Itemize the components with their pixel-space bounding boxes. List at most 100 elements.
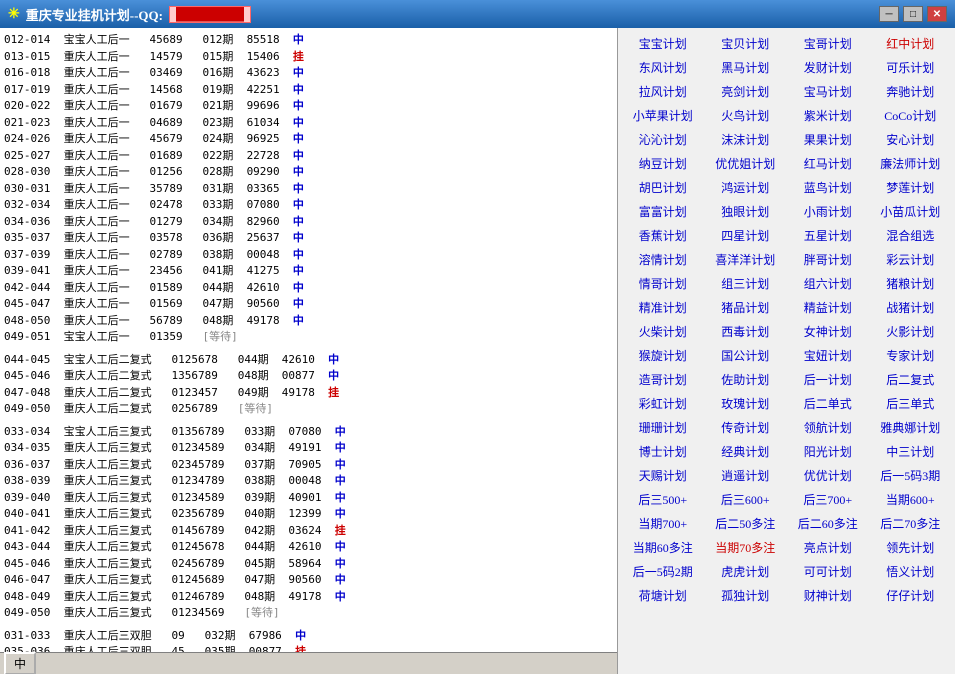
plan-link[interactable]: 小雨计划 — [787, 200, 869, 223]
plan-link[interactable]: 宝马计划 — [787, 80, 869, 103]
plan-link[interactable]: 优优姐计划 — [705, 152, 787, 175]
plan-link[interactable]: 喜洋洋计划 — [705, 248, 787, 271]
plan-link[interactable]: 红马计划 — [787, 152, 869, 175]
plan-link[interactable]: 后二单式 — [787, 392, 869, 415]
plan-link[interactable]: 后一5码3期 — [870, 464, 952, 487]
plan-link[interactable]: 专家计划 — [870, 344, 952, 367]
plan-link[interactable]: CoCo计划 — [870, 104, 952, 127]
plan-link[interactable]: 沁沁计划 — [622, 128, 704, 151]
plan-link[interactable]: 佐助计划 — [705, 368, 787, 391]
plan-link[interactable]: 后二70多注 — [870, 512, 952, 535]
plan-link[interactable]: 领航计划 — [787, 416, 869, 439]
plan-link[interactable]: 紫米计划 — [787, 104, 869, 127]
plan-link[interactable]: 富富计划 — [622, 200, 704, 223]
plan-link[interactable]: 逍遥计划 — [705, 464, 787, 487]
plan-link[interactable]: 果果计划 — [787, 128, 869, 151]
plan-link[interactable]: 溶情计划 — [622, 248, 704, 271]
plan-link[interactable]: 廉法师计划 — [870, 152, 952, 175]
plan-link[interactable]: 奔驰计划 — [870, 80, 952, 103]
plan-link[interactable]: 火柴计划 — [622, 320, 704, 343]
plan-link[interactable]: 亮剑计划 — [705, 80, 787, 103]
plan-link[interactable]: 仔仔计划 — [870, 584, 952, 607]
plan-link[interactable]: 黑马计划 — [705, 56, 787, 79]
close-button[interactable]: ✕ — [927, 6, 947, 22]
plan-link[interactable]: 情哥计划 — [622, 272, 704, 295]
plan-link[interactable]: 传奇计划 — [705, 416, 787, 439]
plan-link[interactable]: 造哥计划 — [622, 368, 704, 391]
plan-link[interactable]: 沫沫计划 — [705, 128, 787, 151]
plan-link[interactable]: 后三600+ — [705, 488, 787, 511]
plan-link[interactable]: 宝哥计划 — [787, 32, 869, 55]
plan-link[interactable]: 后二60多注 — [787, 512, 869, 535]
plan-link[interactable]: 彩虹计划 — [622, 392, 704, 415]
plan-link[interactable]: 孤独计划 — [705, 584, 787, 607]
plan-link[interactable]: 精准计划 — [622, 296, 704, 319]
plan-link[interactable]: 混合组选 — [870, 224, 952, 247]
plan-link[interactable]: 当期600+ — [870, 488, 952, 511]
plan-link[interactable]: 后一5码2期 — [622, 560, 704, 583]
plan-link[interactable]: 后三500+ — [622, 488, 704, 511]
plan-link[interactable]: 火鸟计划 — [705, 104, 787, 127]
plan-link[interactable]: 纳豆计划 — [622, 152, 704, 175]
plan-link[interactable]: 蓝鸟计划 — [787, 176, 869, 199]
plan-link[interactable]: 亮点计划 — [787, 536, 869, 559]
plan-link[interactable]: 可乐计划 — [870, 56, 952, 79]
plan-link[interactable]: 战猪计划 — [870, 296, 952, 319]
restore-button[interactable]: □ — [903, 6, 923, 22]
plan-link[interactable]: 雅典娜计划 — [870, 416, 952, 439]
plan-link[interactable]: 独眼计划 — [705, 200, 787, 223]
plan-link[interactable]: 猪粮计划 — [870, 272, 952, 295]
plan-list[interactable]: 012-014 宝宝人工后一 45689 012期 85518 中013-015… — [0, 28, 617, 674]
plan-link[interactable]: 四星计划 — [705, 224, 787, 247]
plan-link[interactable]: 安心计划 — [870, 128, 952, 151]
plan-link[interactable]: 宝妞计划 — [787, 344, 869, 367]
plan-link[interactable]: 荷塘计划 — [622, 584, 704, 607]
plan-link[interactable]: 玫瑰计划 — [705, 392, 787, 415]
plan-link[interactable]: 发财计划 — [787, 56, 869, 79]
status-button[interactable]: 中 — [4, 652, 36, 674]
plan-link[interactable]: 女神计划 — [787, 320, 869, 343]
plan-link[interactable]: 悟义计划 — [870, 560, 952, 583]
plan-link[interactable]: 拉风计划 — [622, 80, 704, 103]
plan-link[interactable]: 胖哥计划 — [787, 248, 869, 271]
plan-link[interactable]: 彩云计划 — [870, 248, 952, 271]
plan-link[interactable]: 东风计划 — [622, 56, 704, 79]
plan-link[interactable]: 后一计划 — [787, 368, 869, 391]
plan-link[interactable]: 梦莲计划 — [870, 176, 952, 199]
plan-link[interactable]: 猪品计划 — [705, 296, 787, 319]
plan-link[interactable]: 可可计划 — [787, 560, 869, 583]
plan-link[interactable]: 小苹果计划 — [622, 104, 704, 127]
plan-link[interactable]: 经典计划 — [705, 440, 787, 463]
plan-link[interactable]: 猴旋计划 — [622, 344, 704, 367]
plan-link[interactable]: 鸿运计划 — [705, 176, 787, 199]
plan-link[interactable]: 西毒计划 — [705, 320, 787, 343]
plan-link[interactable]: 后二50多注 — [705, 512, 787, 535]
plan-link[interactable]: 组三计划 — [705, 272, 787, 295]
plan-link[interactable]: 五星计划 — [787, 224, 869, 247]
plan-link[interactable]: 领先计划 — [870, 536, 952, 559]
plan-link[interactable]: 财神计划 — [787, 584, 869, 607]
plan-link[interactable]: 后三700+ — [787, 488, 869, 511]
plan-link[interactable]: 后三单式 — [870, 392, 952, 415]
plan-link[interactable]: 火影计划 — [870, 320, 952, 343]
plan-link[interactable]: 宝宝计划 — [622, 32, 704, 55]
plan-link[interactable]: 阳光计划 — [787, 440, 869, 463]
plan-link[interactable]: 当期70多注 — [705, 536, 787, 559]
plan-link[interactable]: 宝贝计划 — [705, 32, 787, 55]
plan-link[interactable]: 后二复式 — [870, 368, 952, 391]
minimize-button[interactable]: ─ — [879, 6, 899, 22]
plan-link[interactable]: 当期700+ — [622, 512, 704, 535]
plan-link[interactable]: 组六计划 — [787, 272, 869, 295]
plan-link[interactable]: 当期60多注 — [622, 536, 704, 559]
plan-link[interactable]: 天赐计划 — [622, 464, 704, 487]
plan-link[interactable]: 中三计划 — [870, 440, 952, 463]
plan-link[interactable]: 红中计划 — [870, 32, 952, 55]
plan-link[interactable]: 香蕉计划 — [622, 224, 704, 247]
plan-link[interactable]: 胡巴计划 — [622, 176, 704, 199]
plan-link[interactable]: 小苗瓜计划 — [870, 200, 952, 223]
plan-link[interactable]: 国公计划 — [705, 344, 787, 367]
plan-link[interactable]: 博士计划 — [622, 440, 704, 463]
plan-link[interactable]: 虎虎计划 — [705, 560, 787, 583]
plan-link[interactable]: 珊珊计划 — [622, 416, 704, 439]
plan-link[interactable]: 优优计划 — [787, 464, 869, 487]
